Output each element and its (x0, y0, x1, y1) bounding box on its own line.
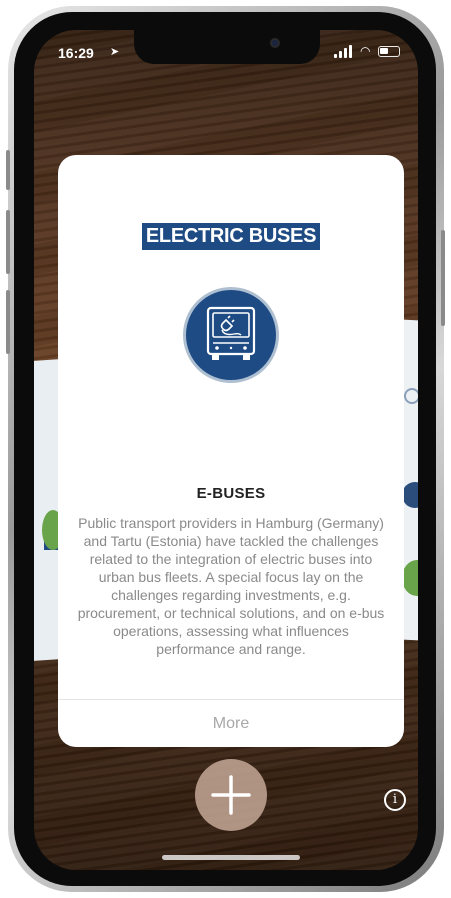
screen: 16:29 ➤ ◠ ELECTRIC BUSES E-BUSES Public … (34, 30, 418, 870)
background-ring-icon (404, 388, 418, 404)
status-time: 16:29 (58, 45, 94, 61)
card-heading: E-BUSES (196, 485, 266, 502)
volume-up-button (6, 210, 10, 274)
battery-icon (378, 46, 400, 57)
card-description: Public transport providers in Hamburg (G… (77, 515, 385, 657)
card-banner-title: ELECTRIC BUSES (142, 223, 320, 250)
add-button[interactable] (195, 759, 267, 831)
plus-icon (211, 775, 251, 815)
home-indicator[interactable] (162, 855, 300, 860)
electric-bus-plug-icon (183, 287, 279, 383)
mute-switch (6, 150, 10, 190)
front-camera (270, 38, 280, 48)
status-indicators: ◠ (334, 44, 404, 58)
wifi-icon: ◠ (360, 44, 371, 58)
volume-down-button (6, 290, 10, 354)
info-card: ELECTRIC BUSES E-BUSES Public transport … (58, 155, 404, 747)
more-button[interactable]: More (58, 700, 404, 747)
location-arrow-icon: ➤ (110, 46, 120, 58)
notch (134, 30, 320, 64)
power-button (441, 230, 445, 326)
info-button[interactable]: i (384, 789, 406, 811)
